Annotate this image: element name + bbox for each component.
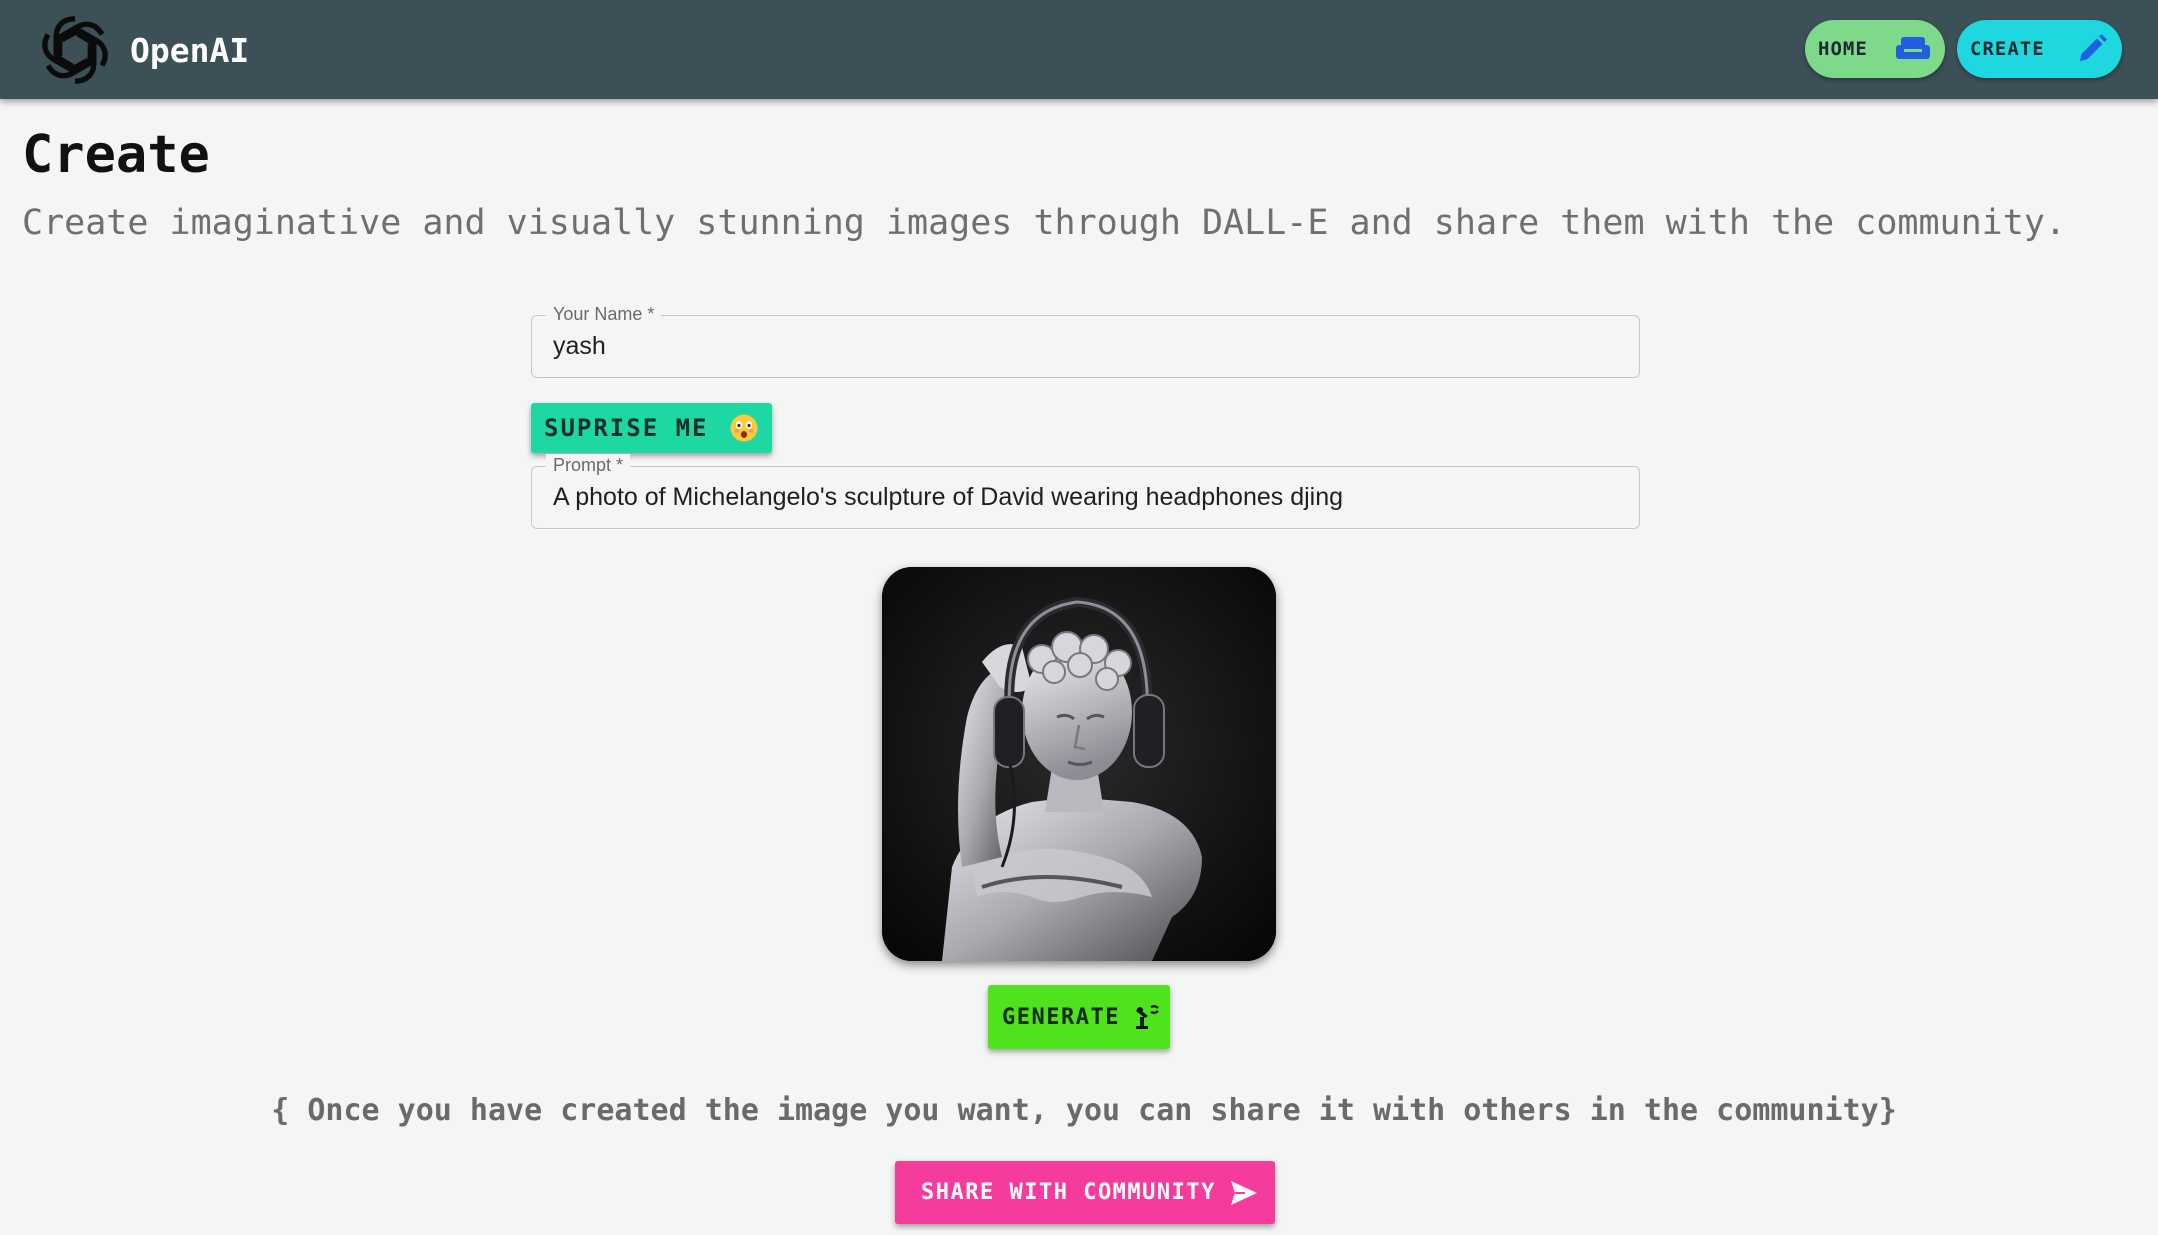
surprise-me-button[interactable]: SUPRISE ME — [531, 403, 772, 453]
generated-image — [882, 567, 1276, 961]
brand[interactable]: OpenAI — [34, 7, 249, 93]
home-button-label: HOME — [1818, 38, 1868, 60]
statue-image — [882, 567, 1276, 961]
generate-button[interactable]: GENERATE — [988, 985, 1170, 1049]
astonished-face-emoji — [729, 413, 759, 443]
surprise-me-label: SUPRISE ME — [544, 414, 709, 442]
prompt-field[interactable]: Prompt * — [531, 454, 1640, 529]
create-button-label: CREATE — [1970, 38, 2045, 60]
share-with-community-button[interactable]: SHARE WITH COMMUNITY — [895, 1161, 1275, 1224]
name-input[interactable] — [532, 316, 1639, 377]
share-button-label: SHARE WITH COMMUNITY — [921, 1180, 1216, 1205]
name-field[interactable]: Your Name * — [531, 303, 1640, 378]
pencil-icon — [2076, 33, 2108, 65]
share-note: { Once you have created the image you wa… — [271, 1093, 1897, 1128]
send-icon — [1230, 1180, 1258, 1206]
generate-button-label: GENERATE — [1002, 1004, 1120, 1030]
navbar: OpenAI HOME CREATE — [0, 0, 2158, 99]
robotic-arm-icon — [1134, 1004, 1160, 1030]
brand-name: OpenAI — [130, 30, 250, 70]
openai-logo-icon — [42, 16, 108, 84]
page-title: Create — [22, 125, 210, 185]
prompt-input[interactable] — [532, 467, 1639, 528]
page-subtitle: Create imaginative and visually stunning… — [22, 203, 2066, 243]
home-button[interactable]: HOME — [1805, 20, 1945, 78]
sofa-icon — [1895, 35, 1931, 63]
create-button[interactable]: CREATE — [1957, 20, 2122, 78]
